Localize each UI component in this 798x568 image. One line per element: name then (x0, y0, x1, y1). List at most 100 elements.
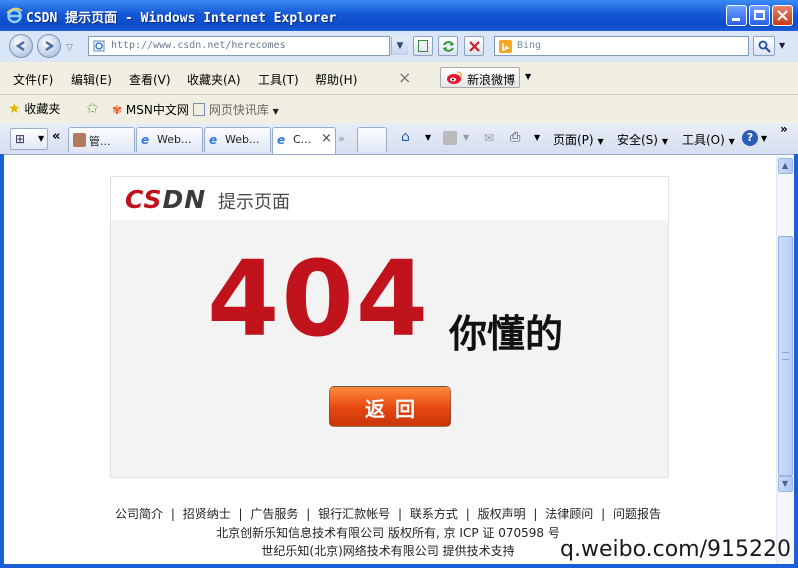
search-options-chevron-icon[interactable]: ▼ (779, 41, 785, 50)
tab-2-label: Web... (157, 133, 192, 146)
footer-link-about[interactable]: 公司简介 (115, 507, 163, 521)
logo-dn: DN (162, 185, 207, 214)
tab-ie-icon: e (277, 133, 286, 147)
tab-4-active[interactable]: e C... × (272, 127, 336, 154)
search-input[interactable]: Bing (494, 36, 749, 56)
back-arrow-icon (15, 40, 25, 52)
footer-link-report[interactable]: 问题报告 (613, 507, 661, 521)
favorites-button[interactable]: ★ 收藏夹 (8, 100, 60, 117)
window-frame-bottom (0, 564, 798, 568)
weibo-dropdown-icon[interactable]: ▼ (525, 72, 531, 81)
new-tab-button[interactable] (357, 127, 387, 152)
menu-favorites[interactable]: 收藏夹(A) (187, 71, 241, 88)
home-dropdown-icon[interactable]: ▼ (425, 133, 431, 142)
page-menu-dropdown-icon: ▼ (597, 137, 604, 146)
menu-tools[interactable]: 工具(T) (258, 71, 299, 88)
minimize-icon (732, 18, 740, 21)
tools-menu[interactable]: 工具(O) ▼ (682, 131, 735, 148)
tab-scroll-left[interactable]: « (52, 129, 60, 144)
favorite-link-webslice[interactable]: 网页快讯库 ▼ (193, 101, 279, 118)
print-dropdown-icon[interactable]: ▼ (534, 133, 540, 142)
weibo-label: 新浪微博 (467, 73, 516, 87)
scroll-up-button[interactable]: ▲ (778, 158, 793, 174)
stop-button[interactable] (464, 36, 484, 56)
feeds-icon[interactable] (443, 131, 457, 145)
footer-separator: | (397, 507, 403, 521)
footer-link-copyright[interactable]: 版权声明 (478, 507, 526, 521)
feeds-dropdown-icon[interactable]: ▼ (463, 133, 469, 142)
recent-pages-chevron-icon[interactable]: ▽ (66, 43, 73, 53)
menu-help[interactable]: 帮助(H) (315, 71, 357, 88)
tab-2[interactable]: e Web... (136, 127, 203, 152)
compatibility-view-button[interactable] (413, 36, 433, 56)
tab-scroll-right[interactable]: » (338, 132, 345, 145)
help-dropdown-icon[interactable]: ▼ (761, 134, 767, 143)
logo-cs: CS (125, 185, 163, 214)
scroll-down-button[interactable]: ▼ (778, 476, 793, 492)
weibo-button[interactable]: 新浪微博 (440, 67, 520, 88)
weibo-watermark: q.weibo.com/915220 (560, 537, 792, 562)
favorite-link-msn-label: MSN中文网 (125, 103, 189, 117)
error-card: CSDN 提示页面 404 你懂的 返回 (110, 176, 669, 478)
toolbar-close-icon[interactable]: × (398, 68, 411, 87)
menu-view[interactable]: 查看(V) (129, 71, 171, 88)
footer-separator: | (465, 507, 470, 521)
page-menu-label: 页面(P) (553, 133, 594, 147)
footer-separator: | (170, 507, 175, 521)
footer-separator: | (238, 507, 243, 521)
scroll-thumb[interactable] (778, 236, 793, 476)
webslice-page-icon (193, 103, 205, 116)
maximize-button[interactable] (749, 5, 770, 26)
footer-separator: | (533, 507, 538, 521)
close-icon (777, 10, 788, 21)
title-bar: CSDN 提示页面 - Windows Internet Explorer (0, 0, 798, 31)
back-home-button[interactable]: 返回 (329, 386, 451, 427)
forward-button[interactable] (37, 34, 61, 58)
forward-arrow-icon (45, 40, 55, 52)
add-favorite-icon[interactable]: ✩ (86, 99, 99, 117)
mail-icon[interactable]: ✉ (484, 131, 494, 145)
logo-subtitle: 提示页面 (218, 192, 290, 213)
tab-ie-icon: e (209, 133, 218, 147)
favorites-star-icon: ★ (8, 101, 21, 117)
search-button[interactable] (753, 36, 775, 56)
bing-icon (499, 40, 512, 53)
back-button[interactable] (9, 34, 33, 58)
close-button[interactable] (772, 5, 793, 26)
home-icon[interactable]: ⌂ (401, 129, 410, 145)
footer-separator: | (601, 507, 606, 521)
footer-link-contact[interactable]: 联系方式 (410, 507, 458, 521)
menu-bar: 文件(F) 编辑(E) 查看(V) 收藏夹(A) 工具(T) 帮助(H) × 新… (0, 62, 798, 95)
scroll-down-icon: ▼ (782, 479, 789, 488)
tab-bar: ⊞ ▼ « 管... e Web... e Web... e C... × » … (0, 122, 798, 155)
tab-1[interactable]: 管... (68, 127, 135, 152)
tab-3[interactable]: e Web... (204, 127, 271, 152)
safety-menu[interactable]: 安全(S) ▼ (617, 131, 668, 148)
msn-butterfly-icon: ✾ (112, 103, 123, 117)
favorite-link-msn[interactable]: ✾ MSN中文网 (112, 101, 189, 118)
minimize-button[interactable] (726, 5, 747, 26)
stop-icon (469, 41, 480, 52)
footer-link-jobs[interactable]: 招贤纳士 (183, 507, 231, 521)
toolbar-overflow[interactable]: » (780, 122, 788, 136)
footer-link-legal[interactable]: 法律顾问 (545, 507, 593, 521)
address-text: http://www.csdn.net/herecomes (111, 40, 286, 51)
refresh-icon (443, 41, 454, 52)
window-title: CSDN 提示页面 - Windows Internet Explorer (26, 11, 337, 26)
quick-tabs-button[interactable]: ⊞ ▼ (10, 128, 48, 150)
search-icon (758, 40, 771, 53)
footer-link-ads[interactable]: 广告服务 (250, 507, 298, 521)
footer-link-bank[interactable]: 银行汇款帐号 (318, 507, 390, 521)
address-field[interactable]: http://www.csdn.net/herecomes ▼ (88, 36, 408, 56)
help-icon[interactable]: ? (742, 130, 758, 146)
page-menu[interactable]: 页面(P) ▼ (553, 131, 604, 148)
maximize-icon (754, 10, 765, 20)
tab-close-icon[interactable]: × (321, 131, 332, 146)
menu-file[interactable]: 文件(F) (13, 71, 53, 88)
print-icon[interactable]: ⎙ (510, 130, 520, 145)
refresh-button[interactable] (438, 36, 458, 56)
menu-edit[interactable]: 编辑(E) (71, 71, 112, 88)
address-dropdown-icon[interactable]: ▼ (391, 37, 408, 55)
webslice-dropdown-icon: ▼ (272, 107, 279, 116)
vertical-scrollbar[interactable]: ▲ ▼ (776, 156, 794, 564)
